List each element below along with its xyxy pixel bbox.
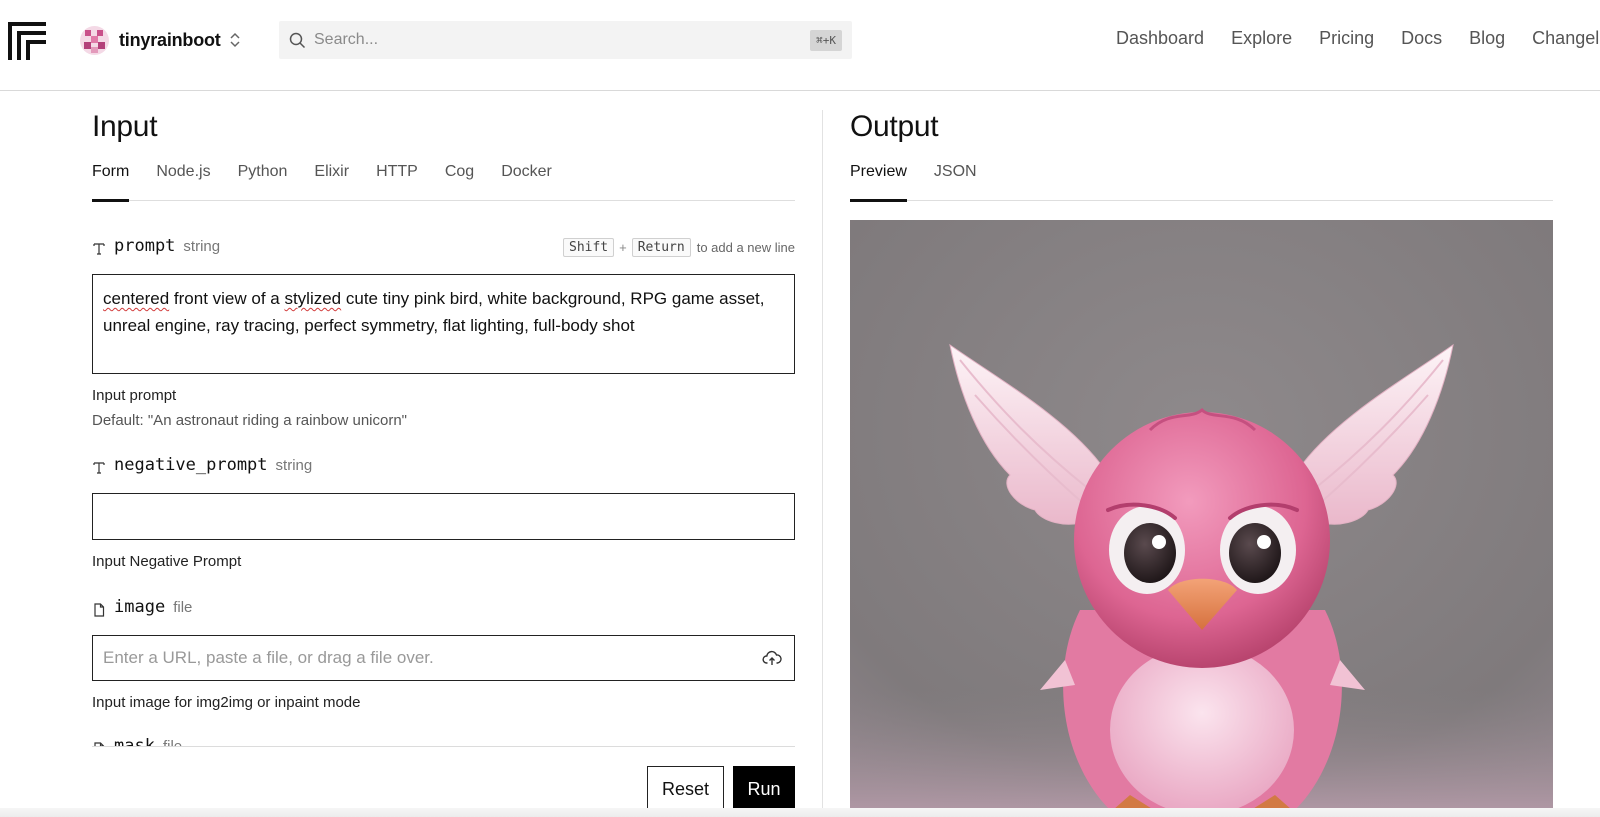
prompt-text-part: front view of a — [169, 289, 285, 308]
negative-prompt-description: Input Negative Prompt — [92, 553, 242, 570]
account-name: tinyrainboot — [119, 29, 221, 50]
prompt-label: prompt string Shift + Return to add a ne… — [92, 236, 795, 262]
field-type: string — [275, 457, 313, 474]
prompt-text-part: stylized — [284, 289, 342, 308]
nav-docs[interactable]: Docs — [1401, 28, 1442, 49]
tab-cog[interactable]: Cog — [445, 155, 474, 201]
field-name: image — [114, 597, 166, 617]
bottom-edge — [0, 808, 1600, 817]
account-switcher[interactable]: tinyrainboot — [80, 25, 241, 55]
prompt-textarea[interactable]: centered front view of a stylized cute t… — [92, 274, 795, 374]
pink-bird-image — [850, 220, 1553, 817]
negative-prompt-label: negative_prompt string — [92, 455, 795, 481]
nav-dashboard[interactable]: Dashboard — [1116, 28, 1204, 49]
field-name: mask — [114, 736, 155, 746]
reset-button[interactable]: Reset — [647, 766, 724, 812]
field-type: string — [183, 238, 221, 255]
mask-label: mask file — [92, 736, 795, 746]
chevron-updown-icon — [230, 32, 240, 48]
field-type: file — [163, 738, 182, 746]
output-panel-title: Output — [850, 110, 939, 143]
kbd-return: Return — [631, 238, 691, 257]
tab-python[interactable]: Python — [238, 155, 288, 201]
input-panel-title: Input — [92, 110, 158, 143]
tab-json[interactable]: JSON — [934, 155, 977, 201]
tab-docker[interactable]: Docker — [501, 155, 552, 201]
output-preview-image[interactable] — [850, 220, 1553, 817]
nav-pricing[interactable]: Pricing — [1319, 28, 1374, 49]
image-file-input[interactable]: Enter a URL, paste a file, or drag a fil… — [92, 635, 795, 681]
tab-preview[interactable]: Preview — [850, 155, 907, 202]
main-nav: Dashboard Explore Pricing Docs Blog Chan… — [1116, 28, 1600, 49]
tab-http[interactable]: HTTP — [376, 155, 418, 201]
run-button[interactable]: Run — [733, 766, 795, 812]
input-tabs: Form Node.js Python Elixir HTTP Cog Dock… — [92, 155, 795, 202]
field-name: negative_prompt — [114, 455, 268, 475]
negative-prompt-input[interactable] — [92, 493, 795, 540]
hint-text: to add a new line — [696, 240, 795, 255]
nav-explore[interactable]: Explore — [1231, 28, 1292, 49]
search-icon — [289, 32, 306, 48]
field-type: file — [173, 599, 193, 616]
top-bar: tinyrainboot ⌘+K Dashboard Explore Prici… — [0, 0, 1600, 91]
text-type-icon — [93, 243, 105, 255]
image-file-placeholder: Enter a URL, paste a file, or drag a fil… — [103, 648, 434, 667]
output-tabs: Preview JSON — [850, 155, 1553, 202]
newline-hint: Shift + Return to add a new line — [563, 238, 795, 257]
tab-nodejs[interactable]: Node.js — [156, 155, 210, 201]
prompt-text-part: centered — [103, 289, 170, 308]
avatar-icon — [80, 25, 109, 55]
panel-divider — [822, 110, 823, 817]
prompt-description: Input prompt — [92, 387, 177, 404]
search-shortcut-badge: ⌘+K — [810, 30, 842, 51]
image-label: image file — [92, 597, 795, 623]
prompt-default: Default: "An astronaut riding a rainbow … — [92, 412, 407, 429]
nav-blog[interactable]: Blog — [1469, 28, 1505, 49]
upload-cloud-icon[interactable] — [762, 648, 782, 668]
kbd-shift: Shift — [563, 238, 615, 257]
text-type-icon — [93, 462, 105, 474]
kbd-plus: + — [619, 240, 627, 255]
input-form: prompt string Shift + Return to add a ne… — [92, 236, 795, 746]
logo-icon[interactable] — [8, 22, 46, 60]
tab-elixir[interactable]: Elixir — [314, 155, 349, 201]
file-icon — [94, 603, 105, 617]
search-box[interactable]: ⌘+K — [279, 21, 852, 59]
image-description: Input image for img2img or inpaint mode — [92, 694, 361, 711]
form-footer-divider — [92, 746, 795, 747]
field-name: prompt — [114, 236, 176, 256]
tab-form[interactable]: Form — [92, 155, 130, 202]
search-input[interactable] — [314, 31, 784, 49]
nav-changelog[interactable]: Changelog — [1532, 28, 1600, 49]
